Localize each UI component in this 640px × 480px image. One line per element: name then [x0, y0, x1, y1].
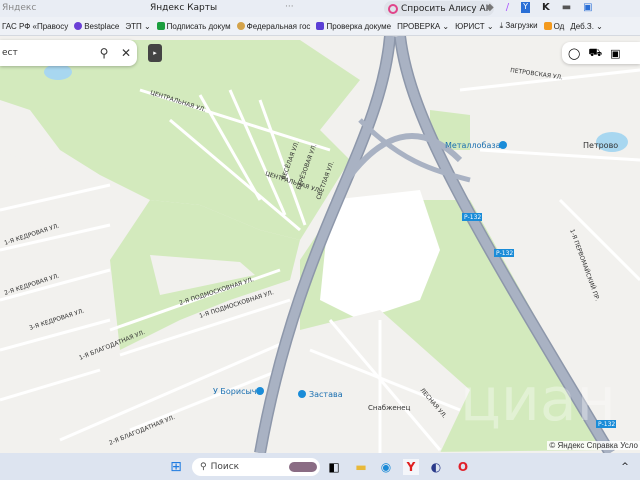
map-svg: циан Металлобаза Петрово У Борисыча Заст… [0, 36, 640, 453]
bookmark-od[interactable]: Од [543, 21, 564, 31]
poi-zastava[interactable]: Застава [309, 390, 343, 399]
ask-alice-button[interactable]: Спросить Алису AI [384, 1, 495, 16]
camera-icon[interactable]: ▣ [610, 47, 620, 60]
search-icon: ⚲ [200, 462, 207, 472]
route-shield: Р-132 [598, 421, 615, 428]
pond [44, 64, 72, 80]
place-petrovo: Петрово [583, 141, 618, 150]
search-highlight-image [289, 462, 317, 472]
search-box: ест ⚲ ✕ [0, 40, 137, 66]
alice-icon [388, 3, 398, 14]
bookmark-check[interactable]: Проверка докуме [316, 21, 391, 31]
bookmark-folder-proverka[interactable]: ПРОВЕРКА ⌄ [397, 22, 449, 31]
poi-metallobaza[interactable]: Металлобаза [445, 141, 501, 150]
search-icon[interactable]: ⚲ [93, 46, 115, 60]
bookmark-etp[interactable]: ЭТП ⌄ [125, 22, 150, 31]
edge-icon[interactable]: ◉ [378, 459, 394, 475]
poi-icon[interactable] [298, 390, 306, 398]
poi-borisycha[interactable]: У Борисыча [213, 387, 262, 396]
bookmark-folder-yurist[interactable]: ЮРИСТ ⌄ [455, 22, 494, 31]
copyright: © Яндекс Справка Усло [547, 441, 640, 450]
file-explorer-icon[interactable]: ▬ [353, 459, 369, 475]
watermark: циан [460, 365, 616, 435]
k-extension-icon[interactable]: K [542, 2, 550, 13]
taskbar: ⊞ ⚲ Поиск ◧ ▬ ◉ Y ◐ O ^ [0, 453, 640, 480]
app-icon[interactable]: ◐ [428, 459, 444, 475]
shield-extension-icon[interactable]: ◆ [486, 2, 494, 13]
copyright-text: © Яндекс [549, 441, 585, 450]
map-tools: ◯ ⛟ ▣ [562, 42, 640, 64]
taskbar-search[interactable]: ⚲ Поиск [192, 458, 320, 476]
more-button[interactable]: ··· [285, 2, 294, 12]
record-extension-icon[interactable]: ▣ [583, 2, 592, 13]
task-view-icon[interactable]: ◧ [326, 459, 342, 475]
site-host: Яндекс [2, 3, 37, 13]
poi-icon[interactable] [499, 141, 507, 149]
route-shield: Р-132 [464, 214, 481, 221]
bookmark-downloads[interactable]: ⤓ Загрузки [500, 21, 538, 31]
y-extension-icon[interactable]: Y [521, 2, 530, 13]
place-snabzhenets: Снабженец [368, 404, 411, 412]
route-shield: Р-132 [496, 250, 513, 257]
browser-titlebar: Яндекс Яндекс Карты ··· Спросить Алису A… [0, 0, 640, 17]
pen-extension-icon[interactable]: / [506, 2, 509, 13]
bookmark-bestplace[interactable]: Bestplace [74, 21, 119, 31]
poi-icon[interactable] [256, 387, 264, 395]
map-canvas[interactable]: циан Металлобаза Петрово У Борисыча Заст… [0, 36, 640, 453]
transport-icon[interactable]: ⛟ [588, 46, 602, 61]
opera-icon[interactable]: O [455, 459, 471, 475]
bookmark-federal[interactable]: Федеральная гос [236, 21, 310, 31]
layers-icon[interactable]: ◯ [568, 47, 580, 60]
bookmark-sign[interactable]: Подписать докум [156, 21, 231, 31]
yandex-browser-icon[interactable]: Y [403, 459, 419, 475]
bookmark-folder-deb[interactable]: Деб.З. ⌄ [570, 22, 603, 31]
terms-link[interactable]: Усло [620, 441, 638, 450]
help-link[interactable]: Справка [587, 441, 618, 450]
alice-label: Спросить Алису AI [401, 3, 489, 14]
extensions-bar: ◆ / Y K ▬ ▣ [486, 2, 593, 13]
chevron-up-icon[interactable]: ^ [617, 459, 633, 475]
extension-icon[interactable]: ▬ [562, 2, 571, 13]
bookmark-gas[interactable]: ГАС РФ «Правосу [2, 22, 68, 31]
bookmarks-bar: ГАС РФ «Правосу Bestplace ЭТП ⌄ Подписат… [0, 17, 640, 36]
window-title: Яндекс Карты [150, 3, 218, 13]
panel-toggle-button[interactable]: ▸ [148, 44, 162, 62]
taskbar-search-placeholder: Поиск [210, 462, 240, 472]
windows-start-icon[interactable]: ⊞ [168, 459, 184, 475]
search-input[interactable]: ест [0, 48, 93, 58]
close-icon[interactable]: ✕ [115, 46, 137, 60]
